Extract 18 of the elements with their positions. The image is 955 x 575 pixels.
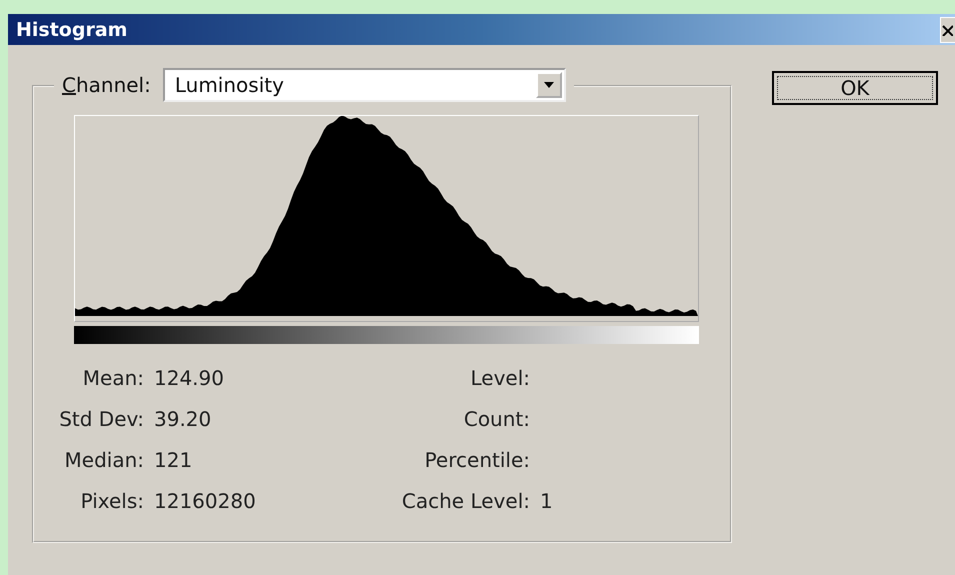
window-title: Histogram: [16, 18, 128, 40]
stat-label: Percentile:: [424, 448, 530, 472]
stat-value: 1: [540, 489, 554, 513]
stat-label: Std Dev:: [58, 407, 144, 431]
stat-value: 124.90: [154, 366, 225, 390]
stat-label: Mean:: [82, 366, 144, 390]
channel-dropdown[interactable]: Luminosity: [162, 68, 566, 102]
stat-label: Level:: [469, 366, 530, 390]
channel-label: Channel:: [62, 73, 151, 97]
stat-label: Pixels:: [80, 489, 144, 513]
stat-value: 12160280: [154, 489, 257, 513]
stat-label: Median:: [64, 448, 144, 472]
stat-label: Count:: [462, 407, 530, 431]
stat-value: 121: [154, 448, 194, 472]
stat-label: Cache Level:: [400, 489, 530, 513]
stat-value: 39.20: [154, 407, 212, 431]
close-icon[interactable]: [940, 16, 955, 42]
ok-button[interactable]: OK: [772, 71, 938, 105]
